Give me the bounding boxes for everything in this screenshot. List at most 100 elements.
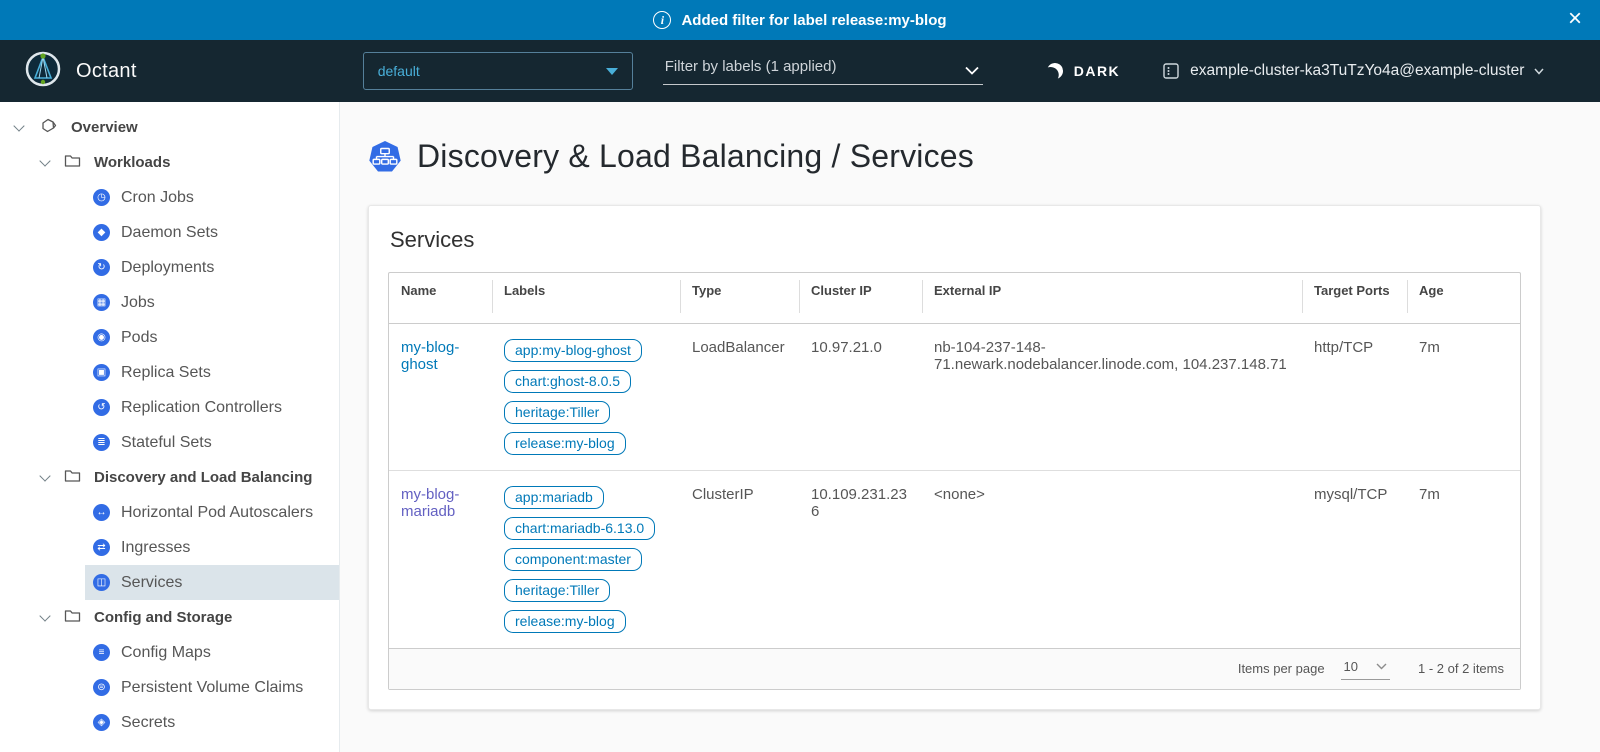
sidebar-item-overview[interactable]: Overview bbox=[0, 110, 339, 145]
sidebar-item-services[interactable]: ◫ Services bbox=[85, 565, 339, 600]
sidebar-item-label: Deployments bbox=[121, 259, 214, 277]
app-title: Octant bbox=[76, 60, 137, 83]
label-filter-dropdown[interactable]: Filter by labels (1 applied) bbox=[663, 58, 983, 85]
info-icon: i bbox=[653, 11, 671, 29]
chevron-down-icon[interactable] bbox=[39, 155, 50, 166]
service-link-my-blog-mariadb[interactable]: my-blog-mariadb bbox=[401, 486, 459, 520]
stateful-sets-icon: ≣ bbox=[93, 434, 110, 451]
moon-icon bbox=[1045, 62, 1064, 81]
sidebar-item-jobs[interactable]: ▦ Jobs bbox=[85, 285, 339, 320]
column-header-cluster-ip[interactable]: Cluster IP bbox=[799, 273, 922, 323]
sidebar-nav: Overview Workloads ◷ Cron Jobs ◆ Daemon … bbox=[0, 102, 340, 752]
services-table: Name Labels Type Cluster IP External IP … bbox=[388, 272, 1521, 690]
sidebar-item-stateful-sets[interactable]: ≣ Stateful Sets bbox=[85, 425, 339, 460]
sidebar-item-cron-jobs[interactable]: ◷ Cron Jobs bbox=[85, 180, 339, 215]
sidebar-item-config-maps[interactable]: ≡ Config Maps bbox=[85, 635, 339, 670]
folder-icon bbox=[64, 153, 81, 172]
cluster-name: example-cluster-ka3TuTzYo4a@example-clus… bbox=[1190, 62, 1524, 80]
pagination-range-text: 1 - 2 of 2 items bbox=[1418, 661, 1504, 676]
label-pill[interactable]: release:my-blog bbox=[504, 432, 626, 455]
label-filter-text: Filter by labels (1 applied) bbox=[665, 58, 837, 75]
persistent-volume-claims-icon: ⊜ bbox=[93, 679, 110, 696]
chevron-down-icon bbox=[1376, 663, 1387, 670]
items-per-page-value: 10 bbox=[1344, 659, 1358, 674]
chevron-down-icon bbox=[965, 66, 979, 75]
table-header-row: Name Labels Type Cluster IP External IP … bbox=[389, 273, 1520, 323]
caret-down-icon bbox=[606, 68, 618, 75]
folder-icon bbox=[64, 468, 81, 487]
sidebar-item-label: Daemon Sets bbox=[121, 224, 218, 242]
service-resource-icon bbox=[368, 140, 402, 174]
service-link-my-blog-ghost[interactable]: my-blog-ghost bbox=[401, 339, 459, 373]
sidebar-item-horizontal-pod-autoscalers[interactable]: ↔ Horizontal Pod Autoscalers bbox=[85, 495, 339, 530]
close-icon[interactable]: × bbox=[1568, 4, 1582, 34]
label-pill[interactable]: heritage:Tiller bbox=[504, 579, 610, 602]
cell-target-ports: http/TCP bbox=[1302, 323, 1407, 470]
sidebar-item-label: Jobs bbox=[121, 294, 155, 312]
sidebar-item-deployments[interactable]: ↻ Deployments bbox=[85, 250, 339, 285]
label-pill[interactable]: release:my-blog bbox=[504, 610, 626, 633]
sidebar-item-replica-sets[interactable]: ▣ Replica Sets bbox=[85, 355, 339, 390]
table-row: my-blog-mariadb app:mariadb chart:mariad… bbox=[389, 470, 1520, 648]
sidebar-item-label: Stateful Sets bbox=[121, 434, 212, 452]
label-pill[interactable]: component:master bbox=[504, 548, 642, 571]
cell-type: ClusterIP bbox=[680, 470, 799, 648]
sidebar-item-label: Horizontal Pod Autoscalers bbox=[121, 504, 313, 522]
sidebar-section-label: Workloads bbox=[94, 154, 170, 171]
label-pill[interactable]: chart:mariadb-6.13.0 bbox=[504, 517, 655, 540]
sidebar-item-persistent-volume-claims[interactable]: ⊜ Persistent Volume Claims bbox=[85, 670, 339, 705]
label-pill[interactable]: chart:ghost-8.0.5 bbox=[504, 370, 631, 393]
daemon-sets-icon: ◆ bbox=[93, 224, 110, 241]
sidebar-item-label: Overview bbox=[71, 119, 138, 136]
chevron-down-icon[interactable] bbox=[39, 470, 50, 481]
sidebar-item-label: Persistent Volume Claims bbox=[121, 679, 303, 697]
chevron-down-icon[interactable] bbox=[13, 120, 24, 131]
cell-age: 7m bbox=[1407, 470, 1520, 648]
sidebar-item-label: Services bbox=[121, 574, 182, 592]
folder-icon bbox=[64, 608, 81, 627]
page-title: Discovery & Load Balancing / Services bbox=[417, 138, 974, 175]
column-header-target-ports[interactable]: Target Ports bbox=[1302, 273, 1407, 323]
column-header-type[interactable]: Type bbox=[680, 273, 799, 323]
column-header-age[interactable]: Age bbox=[1407, 273, 1520, 323]
column-header-labels[interactable]: Labels bbox=[492, 273, 680, 323]
namespace-dropdown[interactable]: default bbox=[363, 52, 633, 90]
sidebar-item-secrets[interactable]: ◈ Secrets bbox=[85, 705, 339, 740]
label-pill[interactable]: app:my-blog-ghost bbox=[504, 339, 642, 362]
card-title: Services bbox=[390, 227, 1521, 253]
cluster-selector[interactable]: example-cluster-ka3TuTzYo4a@example-clus… bbox=[1162, 62, 1544, 80]
cell-external-ip: nb-104-237-148-71.newark.nodebalancer.li… bbox=[922, 323, 1302, 470]
replication-controllers-icon: ↺ bbox=[93, 399, 110, 416]
sidebar-item-label: Pods bbox=[121, 329, 157, 347]
chevron-down-icon[interactable] bbox=[39, 610, 50, 621]
labels-stack: app:my-blog-ghost chart:ghost-8.0.5 heri… bbox=[504, 339, 668, 455]
sidebar-item-label: Ingresses bbox=[121, 539, 190, 557]
column-header-name[interactable]: Name bbox=[389, 273, 492, 323]
sidebar-section-discovery-and-load-balancing[interactable]: Discovery and Load Balancing bbox=[0, 460, 339, 495]
sidebar-item-ingresses[interactable]: ⇄ Ingresses bbox=[85, 530, 339, 565]
sidebar-section-workloads[interactable]: Workloads bbox=[0, 145, 339, 180]
namespace-value: default bbox=[378, 63, 420, 79]
octant-logo-icon bbox=[24, 50, 62, 93]
sidebar-section-label: Discovery and Load Balancing bbox=[94, 469, 312, 486]
sidebar-section-config-and-storage[interactable]: Config and Storage bbox=[0, 600, 339, 635]
label-pill[interactable]: heritage:Tiller bbox=[504, 401, 610, 424]
page-title-row: Discovery & Load Balancing / Services bbox=[368, 138, 1541, 175]
cell-type: LoadBalancer bbox=[680, 323, 799, 470]
sidebar-item-label: Replica Sets bbox=[121, 364, 211, 382]
sidebar-item-label: Cron Jobs bbox=[121, 189, 194, 207]
table-row: my-blog-ghost app:my-blog-ghost chart:gh… bbox=[389, 323, 1520, 470]
sidebar-item-pods[interactable]: ◉ Pods bbox=[85, 320, 339, 355]
table-pagination: Items per page 10 1 - 2 of 2 items bbox=[389, 648, 1520, 689]
column-header-external-ip[interactable]: External IP bbox=[922, 273, 1302, 323]
items-per-page-select[interactable]: 10 bbox=[1341, 657, 1390, 680]
secrets-icon: ◈ bbox=[93, 714, 110, 731]
sidebar-item-replication-controllers[interactable]: ↺ Replication Controllers bbox=[85, 390, 339, 425]
sidebar-item-label: Replication Controllers bbox=[121, 399, 282, 417]
ingresses-icon: ⇄ bbox=[93, 539, 110, 556]
dark-theme-toggle[interactable]: DARK bbox=[1047, 63, 1120, 79]
labels-stack: app:mariadb chart:mariadb-6.13.0 compone… bbox=[504, 486, 668, 633]
sidebar-item-daemon-sets[interactable]: ◆ Daemon Sets bbox=[85, 215, 339, 250]
sidebar-item-label: Config Maps bbox=[121, 644, 211, 662]
label-pill[interactable]: app:mariadb bbox=[504, 486, 604, 509]
